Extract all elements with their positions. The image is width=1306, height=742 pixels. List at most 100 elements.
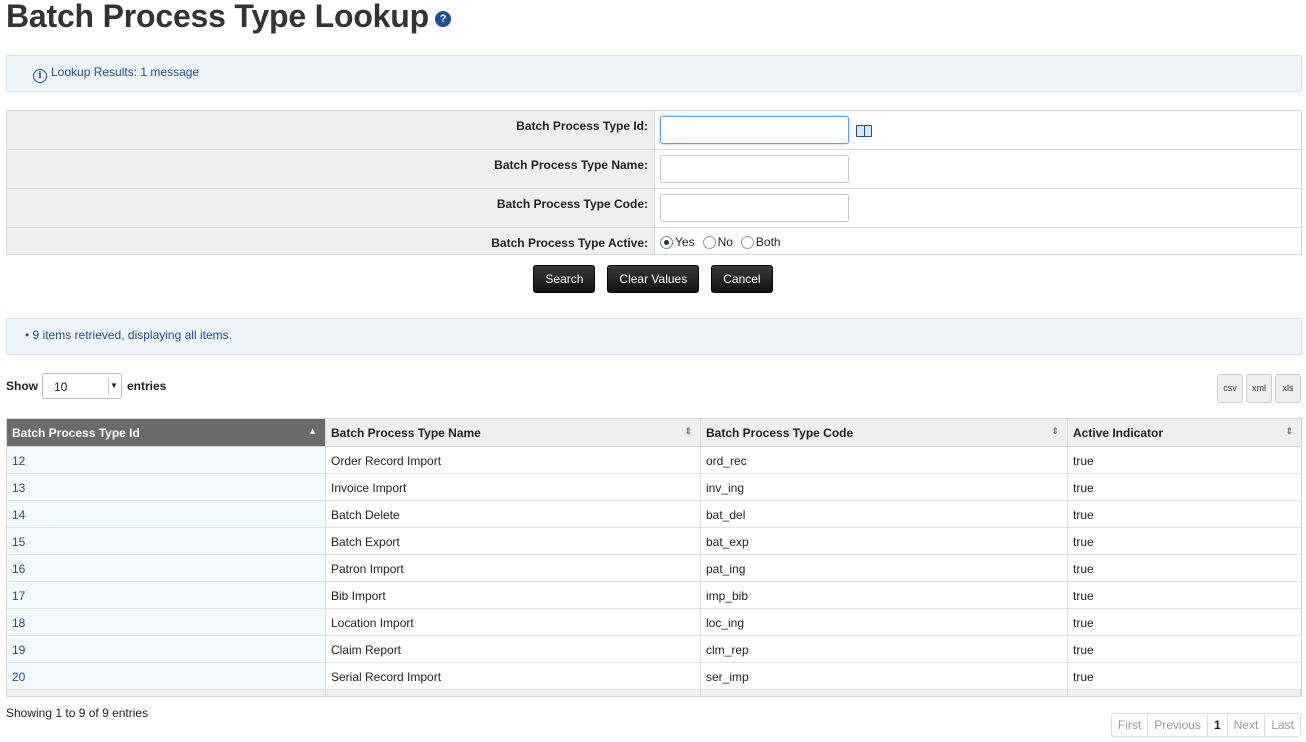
type-id-input[interactable] [660,116,849,144]
active-label: Batch Process Type Active: [7,228,655,254]
action-buttons: Search Clear Values Cancel [0,265,1306,293]
cell-type-code: bat_del [701,501,1068,527]
sort-icon: ⇕ [684,426,692,436]
cell-type-code: pat_ing [701,555,1068,581]
cell-type-code: clm_rep [701,636,1068,662]
type-code-input[interactable] [660,194,849,222]
table-row: 16 Patron Import pat_ing true [7,555,1301,582]
sort-asc-icon: ▲ [308,426,317,436]
cell-type-name: Batch Delete [326,501,701,527]
cell-active: true [1073,535,1094,549]
pager-last[interactable]: Last [1265,714,1300,736]
code-label: Batch Process Type Code: [7,189,655,227]
table-row: 14 Batch Delete bat_del true [7,501,1301,528]
type-id-link[interactable]: 16 [7,555,326,581]
radio-checked-icon[interactable] [660,235,673,249]
cell-type-name: Batch Export [326,528,701,554]
header-type-id[interactable]: Batch Process Type Id ▲ [7,419,326,446]
table-header: Batch Process Type Id ▲ Batch Process Typ… [7,419,1301,447]
sort-icon: ⇕ [1051,426,1059,436]
criteria-row-active: Batch Process Type Active: Yes No Both [7,228,1301,254]
cell-type-code: inv_ing [701,474,1068,500]
cell-type-name: Invoice Import [326,474,701,500]
export-xml-button[interactable]: xml [1246,374,1272,403]
cell-type-name: Claim Report [326,636,701,662]
type-id-link[interactable]: 15 [7,528,326,554]
table-row: 13 Invoice Import inv_ing true [7,474,1301,501]
cell-type-code: loc_ing [701,609,1068,635]
pager-previous[interactable]: Previous [1148,714,1208,736]
cell-type-name: Order Record Import [326,447,701,473]
search-button[interactable]: Search [533,265,596,293]
table-row: 19 Claim Report clm_rep true [7,636,1301,663]
cell-active: true [1073,481,1094,495]
table-row: 17 Bib Import imp_bib true [7,582,1301,609]
cell-active: true [1073,589,1094,603]
cell-active: true [1073,508,1094,522]
cell-type-name: Patron Import [326,555,701,581]
table-row: 18 Location Import loc_ing true [7,609,1301,636]
cell-active: true [1073,562,1094,576]
cell-type-name: Location Import [326,609,701,635]
table-row: 15 Batch Export bat_exp true [7,528,1301,555]
header-type-name[interactable]: Batch Process Type Name ⇕ [326,419,701,446]
export-xls-button[interactable]: xls [1275,374,1301,403]
page-size-select[interactable]: 10 ▼ [42,373,122,399]
criteria-row-id: Batch Process Type Id: [7,111,1301,150]
lookup-message-box: i Lookup Results: 1 message [6,55,1302,92]
pager-next[interactable]: Next [1228,714,1266,736]
table-body: 12 Order Record Import ord_rec true 13 Invoic… [7,447,1301,690]
page-title: Batch Process Type Lookup? [6,0,451,36]
active-no-radio[interactable]: No [702,235,733,249]
type-id-link[interactable]: 12 [7,447,326,473]
cell-active: true [1073,643,1094,657]
table-footer-strip [7,690,1301,696]
type-id-link[interactable]: 19 [7,636,326,662]
search-criteria: Batch Process Type Id: Batch Process Typ… [6,110,1302,255]
type-id-link[interactable]: 17 [7,582,326,608]
book-lookup-icon[interactable] [856,125,872,137]
header-active-indicator[interactable]: Active Indicator ⇕ [1068,419,1301,446]
type-id-link[interactable]: 13 [7,474,326,500]
header-type-code[interactable]: Batch Process Type Code ⇕ [701,419,1068,446]
active-radio-group: Yes No Both [660,233,789,249]
cell-type-code: bat_exp [701,528,1068,554]
active-both-radio[interactable]: Both [740,235,781,249]
results-message-box: • 9 items retrieved, displaying all item… [6,318,1302,355]
entries-label: entries [127,379,167,393]
cell-active: true [1073,454,1094,468]
type-id-link[interactable]: 14 [7,501,326,527]
radio-icon[interactable] [702,235,716,249]
type-id-link[interactable]: 20 [7,663,326,689]
info-icon: i [33,69,47,83]
cell-type-code: ser_imp [701,663,1068,689]
pagination: First Previous 1 Next Last [1110,713,1301,737]
pager-page-1[interactable]: 1 [1208,714,1228,736]
export-csv-button[interactable]: csv [1217,374,1243,403]
show-entries: Show 10 ▼ entries [6,373,166,399]
lookup-message: Lookup Results: 1 message [51,65,200,79]
pager-first[interactable]: First [1112,714,1149,736]
show-label: Show [6,379,38,393]
showing-entries-text: Showing 1 to 9 of 9 entries [6,706,149,720]
results-table: Batch Process Type Id ▲ Batch Process Typ… [6,418,1302,697]
cell-type-name: Serial Record Import [326,663,701,689]
clear-values-button[interactable]: Clear Values [607,265,700,293]
radio-icon[interactable] [740,235,754,249]
help-icon[interactable]: ? [434,10,451,27]
criteria-row-name: Batch Process Type Name: [7,150,1301,189]
cell-type-code: ord_rec [701,447,1068,473]
sort-icon: ⇕ [1285,426,1293,436]
cell-type-name: Bib Import [326,582,701,608]
cell-type-code: imp_bib [701,582,1068,608]
results-message: • 9 items retrieved, displaying all item… [25,328,232,342]
chevron-down-icon[interactable]: ▼ [108,377,119,395]
name-label: Batch Process Type Name: [7,150,655,188]
active-yes-radio[interactable]: Yes [660,235,695,249]
type-name-input[interactable] [660,155,849,183]
cell-active: true [1073,670,1094,684]
export-buttons: csv xml xls [1214,374,1301,403]
type-id-link[interactable]: 18 [7,609,326,635]
id-label: Batch Process Type Id: [7,111,655,149]
cancel-button[interactable]: Cancel [711,265,773,293]
